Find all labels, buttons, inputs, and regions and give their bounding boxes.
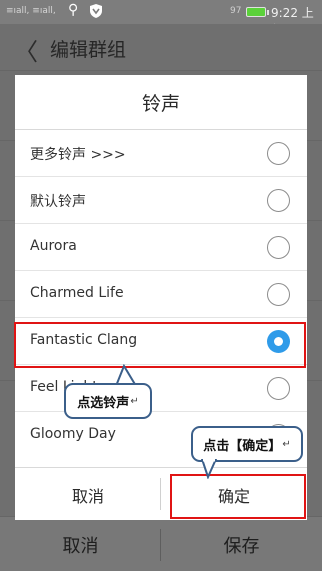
radio-button[interactable] [267,283,290,306]
battery-icon [246,7,269,17]
radio-button[interactable] [267,236,290,259]
callout-text: 点击【确定】 [203,438,282,454]
ringtone-option-label: 更多铃声 >>> [30,147,126,163]
callout-text: 点选铃声 [77,395,130,411]
select-ringtone-callout: 点选铃声 ↵ [64,383,152,419]
selected-option-highlight [14,322,306,368]
ringtone-option[interactable]: Aurora [15,224,307,271]
ringtone-option-label: Charmed Life [30,285,124,301]
ringtone-option-label: Aurora [30,238,77,254]
callout-pointer [200,459,218,479]
ringtone-option[interactable]: Feel Light [15,365,307,412]
status-bar: ≡ıall, ≡ıall, ⚲ 97 9:22 上午 [0,0,322,37]
page-title: 编辑群组 [50,39,127,61]
return-mark: ↵ [130,395,139,407]
ringtone-option[interactable]: 默认铃声 [15,177,307,224]
shield-icon [90,4,102,18]
back-arrow-icon[interactable]: 〈 [14,32,38,67]
signal-icon: ≡ıall, ≡ıall, [6,6,56,16]
return-mark: ↵ [282,438,291,450]
ringtone-option[interactable]: 更多铃声 >>> [15,130,307,177]
cancel-button[interactable]: 取消 [0,517,161,571]
ringtone-option-label: Gloomy Day [30,426,116,442]
usb-icon: ⚲ [68,2,79,18]
ok-button-highlight [170,474,306,519]
ringtone-option-label: 默认铃声 [30,194,86,210]
ringtone-option[interactable]: Charmed Life [15,271,307,318]
radio-button[interactable] [267,189,290,212]
app-bar: 〈 编辑群组 [0,24,322,70]
confirm-callout: 点击【确定】 ↵ [191,426,303,462]
radio-button[interactable] [267,142,290,165]
dialog-title: 铃声 [15,75,307,130]
dialog-cancel-button[interactable]: 取消 [15,468,161,521]
battery-percent: 97 [230,6,242,16]
radio-button[interactable] [267,377,290,400]
save-button[interactable]: 保存 [161,517,322,571]
bottom-action-bar: 取消 保存 [0,516,322,571]
